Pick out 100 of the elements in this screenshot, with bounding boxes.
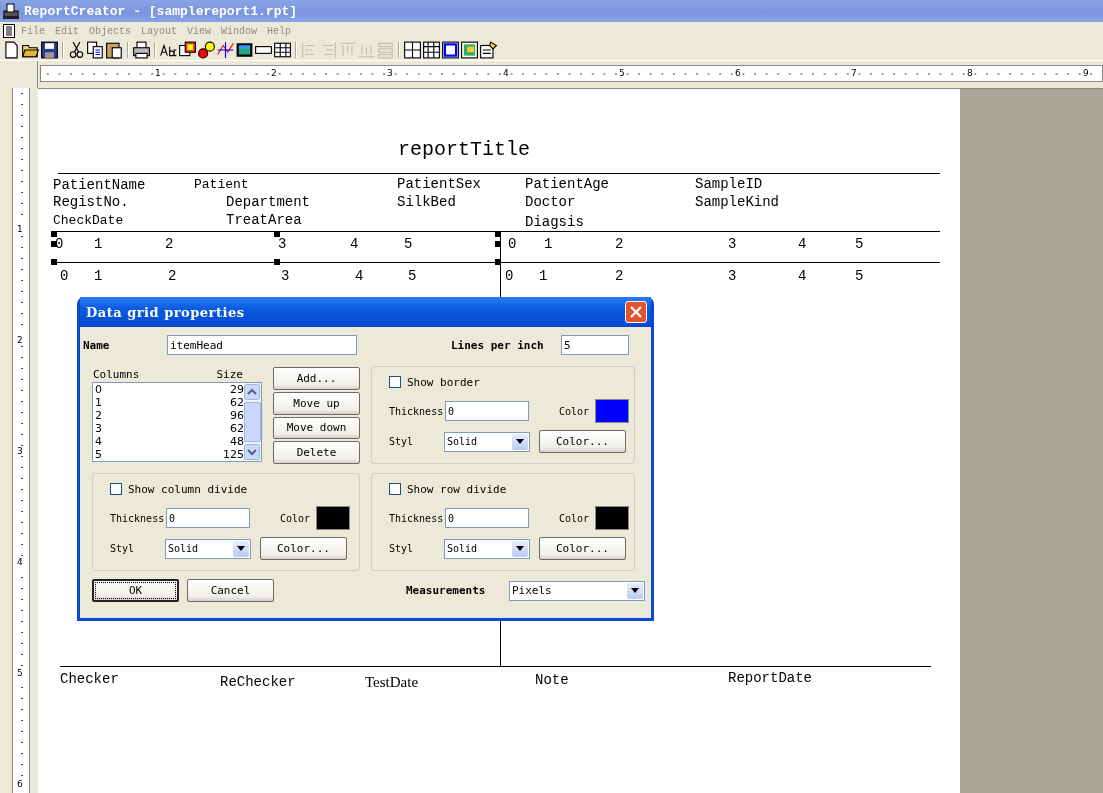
field-label: Measurements — [406, 584, 487, 597]
column-number: 2 — [615, 237, 624, 252]
properties-icon[interactable] — [479, 41, 498, 59]
frame-icon[interactable] — [441, 41, 460, 59]
data-field-icon[interactable] — [178, 41, 197, 59]
field-label: TreatArea — [226, 213, 302, 228]
scrollbar[interactable] — [244, 383, 261, 461]
list-cell: 4 — [95, 435, 102, 448]
list-cell: 29 — [230, 383, 244, 396]
name-field[interactable]: itemHead — [167, 335, 357, 355]
field-label: ReportDate — [728, 671, 812, 686]
field-label: PatientAge — [525, 177, 609, 192]
column-number: 3 — [278, 237, 287, 252]
cancel-button[interactable]: Cancel — [187, 579, 274, 602]
list-cell: 62 — [230, 422, 244, 435]
ruler-number: 2 — [16, 335, 24, 345]
column-number: 2 — [615, 269, 624, 284]
color-button[interactable]: Color... — [260, 537, 347, 560]
scroll-thumb[interactable] — [244, 402, 261, 442]
ruler-number: 4 — [16, 557, 24, 567]
scroll-down-icon[interactable] — [244, 444, 260, 460]
field-label: Styl — [389, 436, 415, 447]
thickness-field[interactable]: 0 — [166, 508, 250, 528]
window-title: ReportCreator - [samplereport1.rpt] — [24, 3, 298, 19]
dialog-title: Data grid properties — [86, 304, 245, 320]
checkbox-label: Show border — [407, 375, 480, 389]
dropdown-arrow-icon[interactable] — [516, 546, 524, 551]
ruler-number: 6 — [734, 68, 742, 78]
column-number: 0 — [60, 269, 69, 284]
field-label: RegistNo. — [53, 195, 129, 210]
selection-handle[interactable] — [274, 231, 280, 237]
color-button[interactable]: Color... — [539, 537, 626, 560]
field-label: Color — [559, 512, 591, 524]
column-number: 4 — [798, 237, 807, 252]
lines-per-inch-field[interactable]: 5 — [561, 335, 629, 355]
dropdown-arrow-icon[interactable] — [516, 439, 524, 444]
field-label: Note — [535, 673, 569, 688]
column-header: Columns — [93, 367, 140, 381]
scroll-up-icon[interactable] — [244, 384, 260, 400]
ruler-number: 5 — [16, 668, 24, 678]
field-label: Thickness — [110, 512, 166, 524]
dialog-button[interactable]: Add... — [273, 367, 360, 390]
close-icon — [630, 306, 642, 318]
checkbox[interactable] — [110, 483, 122, 495]
columns-list[interactable]: 0 29 1 62 2 96 3 62 4 48 5 125 — [92, 382, 262, 462]
column-number: 3 — [281, 269, 290, 284]
dropdown-arrow-icon[interactable] — [631, 588, 639, 593]
list-cell: 5 — [95, 448, 102, 461]
dialog-button[interactable]: Delete — [273, 441, 360, 464]
image-icon[interactable] — [235, 41, 254, 59]
selection-handle[interactable] — [51, 259, 57, 265]
measurements-dropdown[interactable]: Pixels — [509, 580, 645, 601]
field-label: Name — [83, 338, 111, 352]
close-button[interactable] — [625, 301, 647, 323]
column-number: 3 — [728, 237, 737, 252]
field-label: Styl — [110, 543, 136, 554]
app-icon — [2, 2, 20, 20]
dropdown-arrow-icon[interactable] — [237, 546, 245, 551]
style-dropdown[interactable]: Solid — [444, 538, 530, 559]
field-label: Color — [559, 405, 591, 417]
dialog-button[interactable]: Move down — [273, 416, 360, 440]
column-number: 5 — [404, 237, 413, 252]
field-label: TestDate — [365, 675, 419, 690]
ruler-number: 2 — [270, 68, 278, 78]
field-label: CheckDate — [53, 213, 124, 228]
field-label: SampleID — [695, 177, 763, 192]
color-button[interactable]: Color... — [539, 430, 626, 453]
shapes-icon[interactable] — [197, 41, 216, 59]
save-icon[interactable] — [40, 41, 59, 59]
picture-icon[interactable] — [460, 41, 479, 59]
style-dropdown[interactable]: Solid — [165, 538, 251, 559]
table-icon[interactable] — [273, 41, 292, 59]
selection-handle[interactable] — [274, 259, 280, 265]
thickness-field[interactable]: 0 — [445, 508, 529, 528]
style-dropdown[interactable]: Solid — [444, 431, 530, 452]
scissors-icon[interactable] — [67, 41, 86, 59]
column-number: 1 — [544, 237, 553, 252]
printer-icon[interactable] — [132, 41, 151, 59]
dialog-button[interactable]: Move up — [273, 391, 360, 415]
selection-handle[interactable] — [495, 259, 501, 265]
copy-icon[interactable] — [86, 41, 105, 59]
field-label: ReChecker — [220, 675, 296, 690]
column-number: 4 — [355, 269, 364, 284]
checkbox[interactable] — [389, 376, 401, 388]
field-label: Thickness — [389, 405, 445, 417]
column-number: 5 — [408, 269, 417, 284]
grid-icon[interactable] — [403, 41, 422, 59]
field-label: Patient — [194, 177, 249, 192]
list-cell: 62 — [230, 396, 244, 409]
ok-button[interactable]: OK — [92, 579, 179, 602]
grid-icon[interactable] — [422, 41, 441, 59]
checkbox-label: Show column divide — [128, 482, 248, 496]
thickness-field[interactable]: 0 — [445, 401, 529, 421]
chart-lines-icon[interactable] — [216, 41, 235, 59]
ruler-number: 1 — [16, 224, 24, 234]
column-number: 1 — [94, 269, 103, 284]
column-number: 3 — [728, 269, 737, 284]
paste-icon[interactable] — [105, 41, 124, 59]
ruler-number: 3 — [386, 68, 394, 78]
checkbox[interactable] — [389, 483, 401, 495]
